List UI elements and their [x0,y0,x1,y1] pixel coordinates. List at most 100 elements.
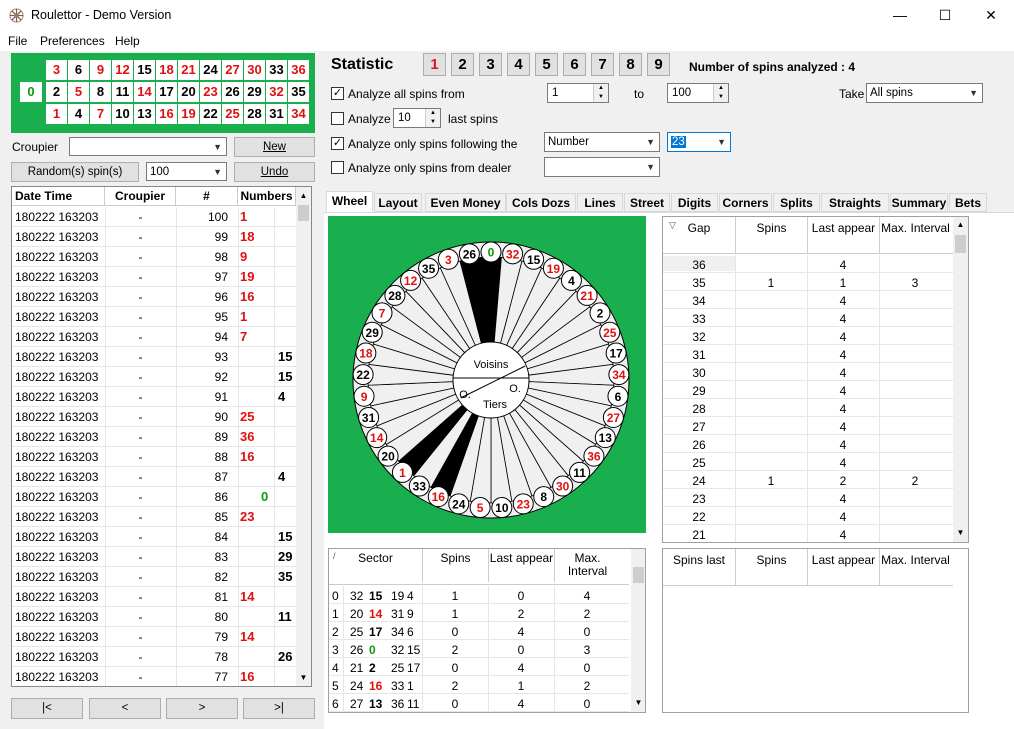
board-number-12[interactable]: 12 [112,60,133,80]
board-number-14[interactable]: 14 [134,82,155,102]
board-number-32[interactable]: 32 [266,82,287,102]
table-row[interactable]: 34 4 [663,291,953,309]
table-row[interactable]: 180222 163203 - 77 16 [12,667,296,686]
table-row[interactable]: 180222 163203 - 84 15 [12,527,296,547]
table-row[interactable]: 180222 163203 - 99 18 [12,227,296,247]
board-number-26[interactable]: 26 [222,82,243,102]
board-number-35[interactable]: 35 [288,82,309,102]
board-number-20[interactable]: 20 [178,82,199,102]
board-number-34[interactable]: 34 [288,104,309,124]
scroll-thumb[interactable] [955,235,966,253]
analyze-following-checkbox[interactable]: ✓ [331,137,344,150]
history-scrollbar[interactable]: ▲ ▼ [296,187,311,686]
board-number-33[interactable]: 33 [266,60,287,80]
table-row[interactable]: 180222 163203 - 90 25 [12,407,296,427]
table-row[interactable]: 32 4 [663,327,953,345]
board-number-0[interactable]: 0 [20,82,42,102]
board-number-1[interactable]: 1 [46,104,67,124]
sector-col-3[interactable]: Max. Interval [554,549,620,582]
history-col-number[interactable]: # [176,187,238,206]
board-number-5[interactable]: 5 [68,82,89,102]
table-row[interactable]: 180222 163203 - 82 35 [12,567,296,587]
spinner-arrows-icon[interactable]: ▲ ▼ [713,84,728,102]
table-row[interactable]: 29 4 [663,381,953,399]
board-number-17[interactable]: 17 [156,82,177,102]
gap-col-0[interactable]: Gap [663,217,735,254]
statistic-button-3[interactable]: 3 [479,53,502,76]
take-select[interactable]: All spins ▼ [866,83,983,103]
sector-col-1[interactable]: Spins [422,549,488,582]
table-row[interactable]: 21 4 [663,525,953,542]
table-row[interactable]: 1 20 14 31 9 1 2 2 [329,604,629,622]
from-spinner[interactable]: 1 ▲ ▼ [547,83,609,103]
tab-street[interactable]: Street [624,193,670,212]
follow-type-select[interactable]: Number ▼ [544,132,660,152]
board-number-8[interactable]: 8 [90,82,111,102]
sector-col-2[interactable]: Last appear [488,549,554,582]
tab-even-money[interactable]: Even Money [425,193,506,212]
scroll-thumb[interactable] [633,567,644,583]
table-row[interactable]: 33 4 [663,309,953,327]
sector-scrollbar[interactable]: ▼ [631,549,645,712]
scroll-up-icon[interactable]: ▲ [296,187,311,204]
history-col-croupier[interactable]: Croupier [105,187,176,206]
statistic-button-9[interactable]: 9 [647,53,670,76]
gap-col-1[interactable]: Spins [735,217,807,254]
menu-file[interactable]: File [8,34,27,48]
tab-summary[interactable]: Summary [890,193,948,212]
tab-digits[interactable]: Digits [671,193,718,212]
gap-col-3[interactable]: Max. Interval [879,217,951,254]
tab-lines[interactable]: Lines [577,193,623,212]
board-number-21[interactable]: 21 [178,60,199,80]
table-row[interactable]: 5 24 16 33 1 2 1 2 [329,676,629,694]
board-number-22[interactable]: 22 [200,104,221,124]
tab-bets[interactable]: Bets [949,193,987,212]
analyze-all-checkbox[interactable]: ✓ [331,87,344,100]
history-col-datetime[interactable]: Date Time [12,187,105,206]
board-number-11[interactable]: 11 [112,82,133,102]
random-spins-button[interactable]: Random(s) spin(s) [11,162,139,182]
menu-preferences[interactable]: Preferences [40,34,105,48]
board-number-23[interactable]: 23 [200,82,221,102]
table-row[interactable]: 26 4 [663,435,953,453]
scroll-up-icon[interactable]: ▲ [953,217,968,233]
table-row[interactable]: 3 26 0 32 15 2 0 3 [329,640,629,658]
board-number-27[interactable]: 27 [222,60,243,80]
spins-last-col-0[interactable]: Spins last [663,549,735,586]
board-number-2[interactable]: 2 [46,82,67,102]
statistic-button-1[interactable]: 1 [423,53,446,76]
prev-page-button[interactable]: < [89,698,161,719]
board-number-6[interactable]: 6 [68,60,89,80]
board-number-9[interactable]: 9 [90,60,111,80]
table-row[interactable]: 180222 163203 - 81 14 [12,587,296,607]
maximize-button[interactable]: ☐ [922,0,968,31]
table-row[interactable]: 180222 163203 - 95 1 [12,307,296,327]
table-row[interactable]: 25 4 [663,453,953,471]
table-row[interactable]: 24 1 2 2 [663,471,953,489]
table-row[interactable]: 0 32 15 19 4 1 0 4 [329,586,629,604]
undo-button[interactable]: Undo [234,162,315,182]
board-number-7[interactable]: 7 [90,104,111,124]
table-row[interactable]: 180222 163203 - 92 15 [12,367,296,387]
statistic-button-6[interactable]: 6 [563,53,586,76]
board-number-18[interactable]: 18 [156,60,177,80]
next-page-button[interactable]: > [166,698,238,719]
follow-number-select[interactable]: 23 ▼ [667,132,731,152]
board-number-19[interactable]: 19 [178,104,199,124]
table-row[interactable]: 28 4 [663,399,953,417]
dealer-select[interactable]: ▼ [544,157,660,177]
history-col-numbers[interactable]: Numbers [238,187,296,206]
croupier-select[interactable]: ▼ [69,137,227,156]
table-row[interactable]: 6 27 13 36 11 0 4 0 [329,694,629,712]
board-number-15[interactable]: 15 [134,60,155,80]
table-row[interactable]: 22 4 [663,507,953,525]
gap-scrollbar[interactable]: ▲ ▼ [953,217,968,542]
table-row[interactable]: 27 4 [663,417,953,435]
board-number-29[interactable]: 29 [244,82,265,102]
scroll-thumb[interactable] [298,205,309,221]
tab-splits[interactable]: Splits [773,193,820,212]
first-page-button[interactable]: |< [11,698,83,719]
tab-corners[interactable]: Corners [719,193,772,212]
spinner-arrows-icon[interactable]: ▲ ▼ [593,84,608,102]
random-count-select[interactable]: 100 ▼ [146,162,227,181]
